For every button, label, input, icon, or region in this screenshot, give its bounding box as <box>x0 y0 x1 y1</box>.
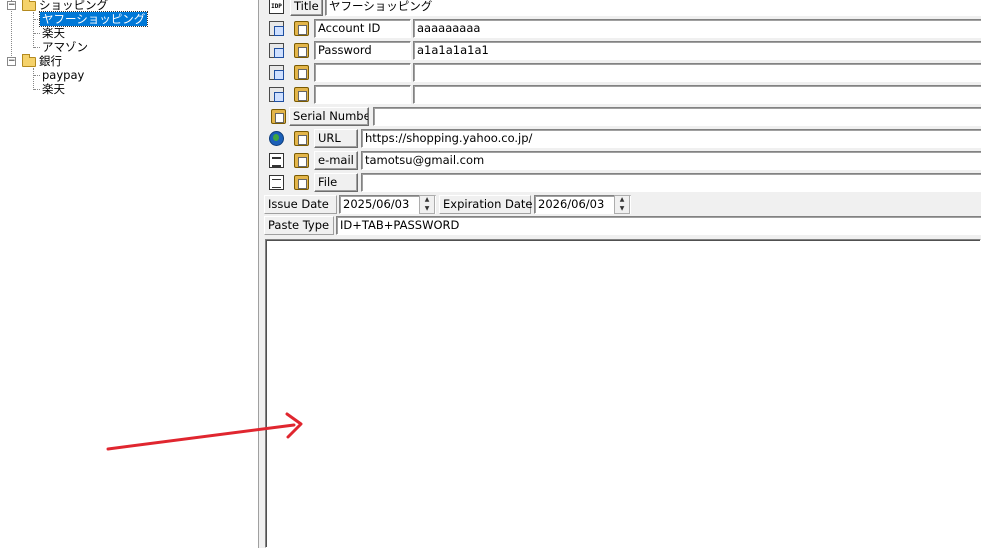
tree-item-rakuten-bank[interactable]: 楽天 <box>40 82 67 96</box>
copy-icon[interactable] <box>269 65 284 80</box>
tree-item-bank[interactable]: 銀行 <box>37 54 64 68</box>
id-card-icon[interactable]: IDP <box>269 0 284 14</box>
password-row: Password a1a1a1a1a1 <box>263 40 981 61</box>
clipboard-icon[interactable] <box>294 131 309 146</box>
account-id-field[interactable]: aaaaaaaaa <box>413 19 981 38</box>
clipboard-icon[interactable] <box>294 153 309 168</box>
file-button[interactable]: File <box>314 173 358 192</box>
clipboard-icon[interactable] <box>294 87 309 102</box>
custom-label-field-2[interactable] <box>314 85 411 104</box>
clipboard-icon[interactable] <box>294 175 309 190</box>
entry-detail-panel: IDP Title ヤフーショッピング Account ID aaaaaaaaa… <box>263 0 981 548</box>
tree-item-paypay[interactable]: paypay <box>40 68 86 82</box>
copy-icon[interactable] <box>269 21 284 36</box>
clipboard-icon[interactable] <box>294 21 309 36</box>
tree-item-label: ヤフーショッピング <box>38 11 149 27</box>
password-field[interactable]: a1a1a1a1a1 <box>413 41 981 60</box>
file-row: File <box>263 172 981 193</box>
custom-value-field-2[interactable] <box>413 85 981 104</box>
tree-item-label: 楽天 <box>42 82 65 96</box>
title-row: IDP Title ヤフーショッピング <box>263 0 981 17</box>
issue-date-label: Issue Date <box>264 195 337 214</box>
url-button[interactable]: URL <box>314 129 358 148</box>
file-icon[interactable] <box>269 175 284 190</box>
serial-number-field[interactable] <box>373 107 981 126</box>
title-field[interactable]: ヤフーショッピング <box>325 0 981 16</box>
tree-item-amazon[interactable]: アマゾン <box>40 40 90 54</box>
tree-item-rakuten[interactable]: 楽天 <box>40 26 67 40</box>
mail-icon[interactable] <box>269 153 284 168</box>
spin-up-icon[interactable]: ▲ <box>615 196 629 204</box>
tree-item-label: paypay <box>42 68 85 82</box>
tree-connector <box>33 12 34 48</box>
clipboard-icon[interactable] <box>294 65 309 80</box>
tree-item-label: ショッピング <box>39 0 108 12</box>
copy-icon[interactable] <box>269 43 284 58</box>
paste-type-row: Paste Type ID+TAB+PASSWORD <box>263 215 981 236</box>
url-field[interactable]: https://shopping.yahoo.co.jp/ <box>361 129 981 148</box>
spin-down-icon[interactable]: ▼ <box>615 205 629 213</box>
collapse-toggle-icon[interactable]: − <box>7 57 16 66</box>
custom-value-field-1[interactable] <box>413 63 981 82</box>
memo-textarea[interactable] <box>265 239 981 548</box>
collapse-toggle-icon[interactable]: − <box>7 1 16 10</box>
custom-field-row-2 <box>263 84 981 105</box>
tree-item-shopping[interactable]: ショッピング <box>37 0 110 12</box>
email-row: e-mail tamotsu@gmail.com <box>263 150 981 171</box>
clipboard-icon[interactable] <box>294 43 309 58</box>
account-id-label-field[interactable]: Account ID <box>314 19 411 38</box>
password-label-field[interactable]: Password <box>314 41 411 60</box>
spin-down-icon[interactable]: ▼ <box>420 205 434 213</box>
folder-icon <box>22 0 36 11</box>
expiration-date-label: Expiration Date <box>439 195 533 214</box>
email-field[interactable]: tamotsu@gmail.com <box>361 151 981 170</box>
globe-icon[interactable] <box>269 131 284 146</box>
tree-item-label: アマゾン <box>42 40 88 54</box>
tree-connector <box>33 68 34 90</box>
dates-row: Issue Date 2025/06/03 ▲ ▼ Expiration Dat… <box>263 194 981 215</box>
copy-icon[interactable] <box>269 87 284 102</box>
category-tree[interactable]: − ショッピング ヤフーショッピング 楽天 アマゾン − 銀行 paypay 楽… <box>0 0 259 548</box>
email-button[interactable]: e-mail <box>314 151 358 170</box>
folder-icon <box>22 54 36 67</box>
account-id-row: Account ID aaaaaaaaa <box>263 18 981 39</box>
paste-type-label: Paste Type <box>264 216 334 235</box>
custom-label-field-1[interactable] <box>314 63 411 82</box>
tree-item-label: 楽天 <box>42 26 65 40</box>
issue-date-spinner[interactable]: ▲ ▼ <box>419 195 435 214</box>
file-field[interactable] <box>361 173 981 192</box>
clipboard-icon[interactable] <box>271 109 286 124</box>
title-button[interactable]: Title <box>290 0 323 16</box>
tree-item-label: 銀行 <box>39 54 62 68</box>
spin-up-icon[interactable]: ▲ <box>420 196 434 204</box>
tree-item-yahoo-shopping[interactable]: ヤフーショッピング <box>38 11 149 27</box>
paste-type-field[interactable]: ID+TAB+PASSWORD <box>336 216 981 235</box>
url-row: URL https://shopping.yahoo.co.jp/ <box>263 128 981 149</box>
serial-number-row: Serial Number <box>263 106 981 127</box>
custom-field-row-1 <box>263 62 981 83</box>
serial-number-button[interactable]: Serial Number <box>289 107 369 126</box>
expiration-date-spinner[interactable]: ▲ ▼ <box>614 195 630 214</box>
